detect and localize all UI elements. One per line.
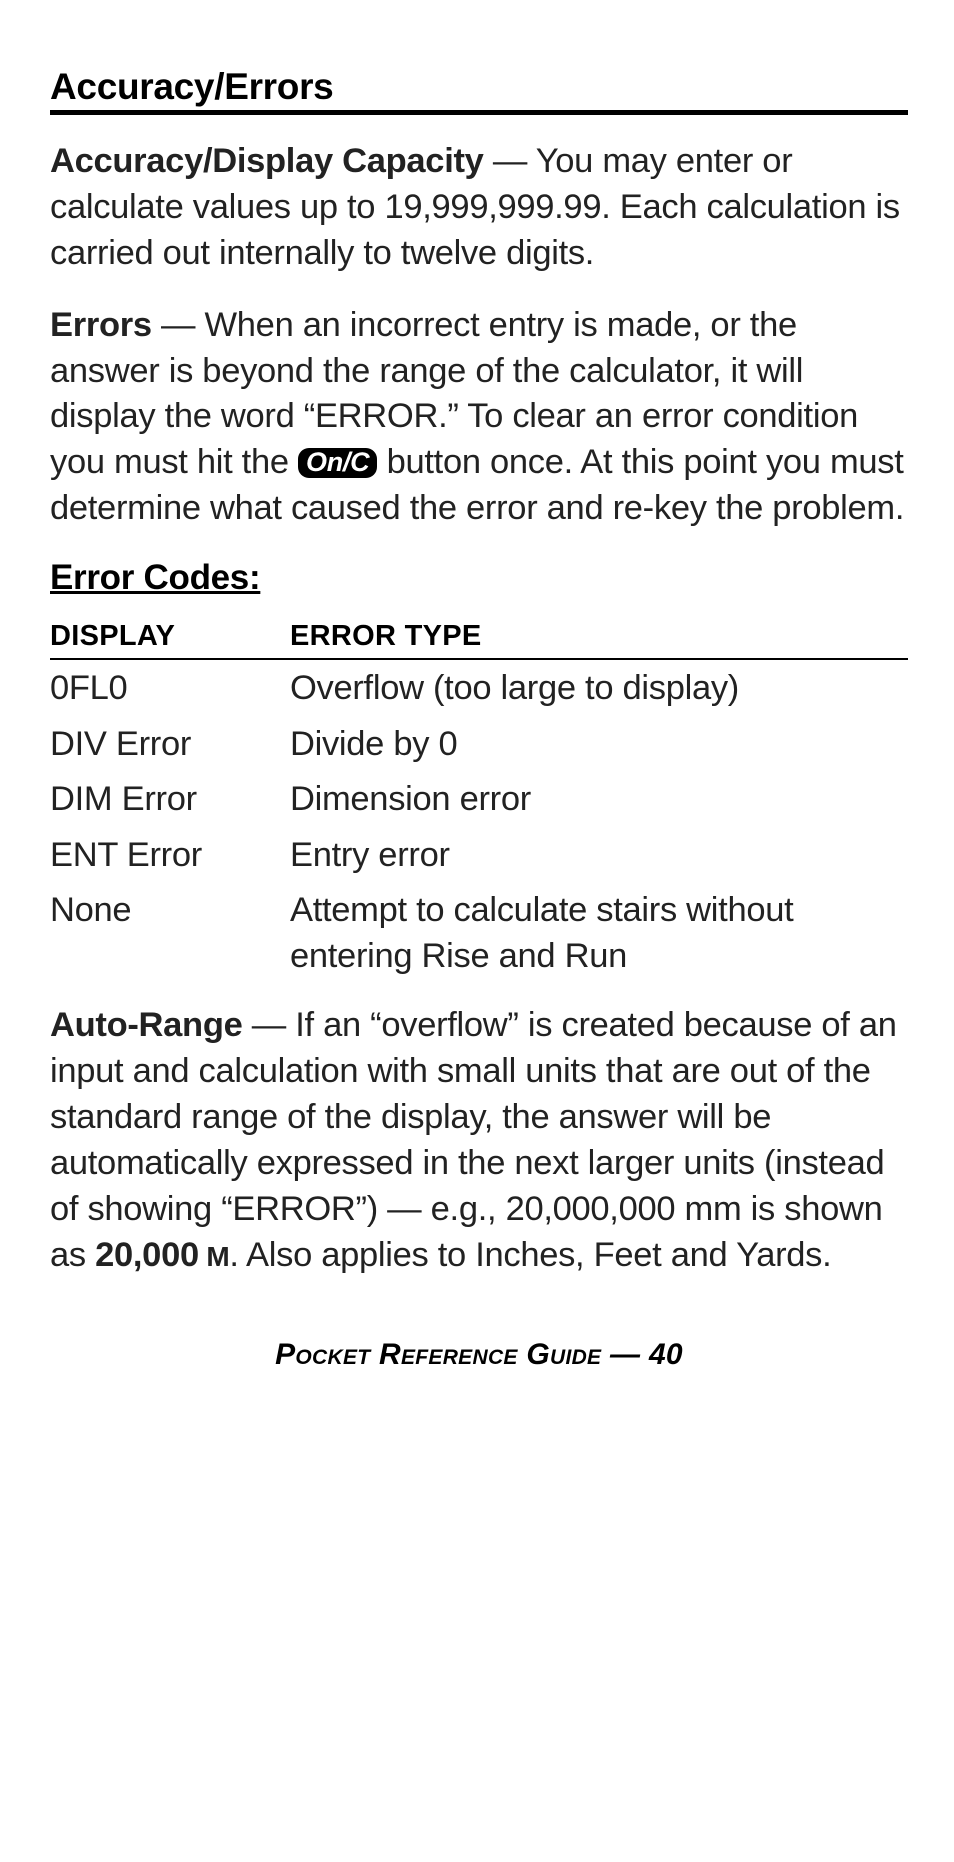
table-row: DIV Error Divide by 0: [50, 716, 908, 772]
cell-display: None: [50, 882, 290, 983]
footer-label: Pocket Reference Guide —: [275, 1338, 649, 1371]
cell-display: DIM Error: [50, 771, 290, 827]
cell-error-type: Divide by 0: [290, 716, 908, 772]
auto-range-lead: Auto-Range: [50, 1006, 242, 1044]
col-error-type: ERROR TYPE: [290, 620, 908, 659]
errors-lead: Errors: [50, 306, 152, 344]
table-row: ENT Error Entry error: [50, 827, 908, 883]
cell-error-type: Dimension error: [290, 771, 908, 827]
auto-range-tail: . Also applies to Inches, Feet and Yards…: [229, 1236, 831, 1274]
errors-paragraph: Errors — When an incorrect entry is made…: [50, 303, 908, 532]
footer-page-number: 40: [649, 1338, 683, 1371]
cell-display: DIV Error: [50, 716, 290, 772]
accuracy-dash: —: [484, 142, 536, 180]
section-title: Accuracy/Errors: [50, 66, 908, 108]
cell-error-type: Entry error: [290, 827, 908, 883]
error-codes-heading: Error Codes:: [50, 558, 908, 598]
on-c-key: On/C: [298, 448, 377, 478]
table-row: DIM Error Dimension error: [50, 771, 908, 827]
auto-range-unit: M: [199, 1241, 230, 1272]
accuracy-lead: Accuracy/Display Capacity: [50, 142, 484, 180]
table-header-row: DISPLAY ERROR TYPE: [50, 620, 908, 659]
cell-error-type: Overflow (too large to display): [290, 659, 908, 716]
error-codes-table: DISPLAY ERROR TYPE 0FL0 Overflow (too la…: [50, 620, 908, 983]
cell-error-type: Attempt to calculate stairs without ente…: [290, 882, 908, 983]
col-display: DISPLAY: [50, 620, 290, 659]
table-row: None Attempt to calculate stairs without…: [50, 882, 908, 983]
section-rule: [50, 110, 908, 115]
cell-display: ENT Error: [50, 827, 290, 883]
cell-display: 0FL0: [50, 659, 290, 716]
page-footer: Pocket Reference Guide — 40: [50, 1338, 908, 1372]
auto-range-value: 20,000: [95, 1236, 199, 1274]
auto-range-paragraph: Auto-Range — If an “overflow” is created…: [50, 1003, 908, 1278]
accuracy-paragraph: Accuracy/Display Capacity — You may ente…: [50, 139, 908, 277]
auto-range-body: — If an “overflow” is created because of…: [50, 1006, 897, 1273]
table-row: 0FL0 Overflow (too large to display): [50, 659, 908, 716]
